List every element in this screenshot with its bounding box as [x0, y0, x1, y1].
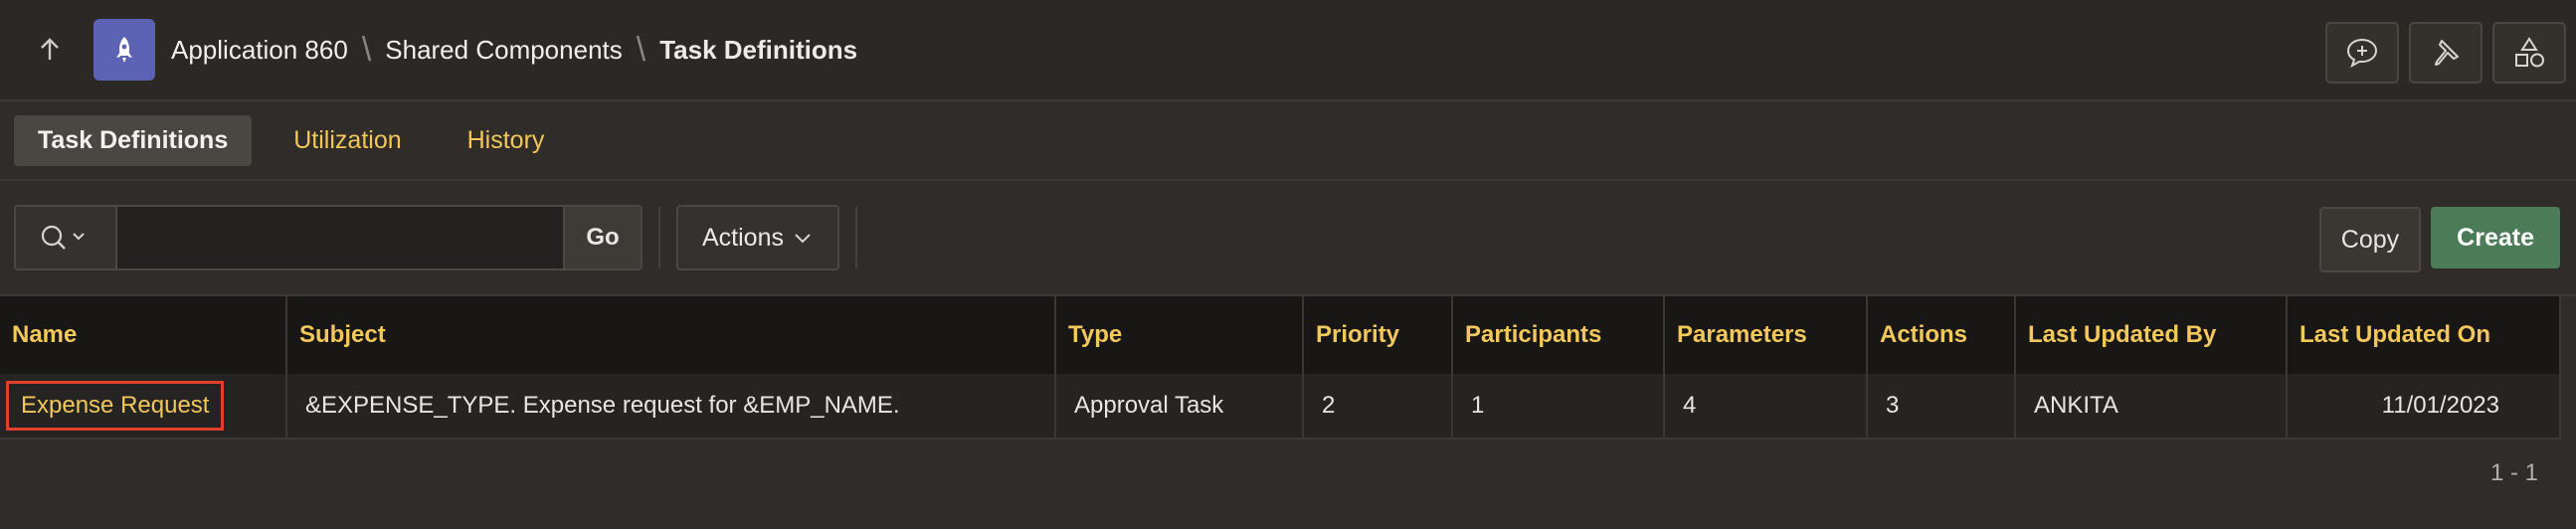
- breadcrumb-separator: \: [636, 30, 646, 69]
- search-icon: [41, 225, 85, 250]
- column-header-parameters[interactable]: Parameters: [1664, 296, 1868, 374]
- toolbar-divider: [658, 207, 660, 268]
- header-actions: [2325, 22, 2576, 84]
- create-button[interactable]: Create: [2431, 207, 2560, 268]
- table-header-row: Name Subject Type Priority Participants …: [0, 296, 2561, 374]
- go-button[interactable]: Go: [563, 207, 641, 268]
- arrow-up-icon[interactable]: [30, 30, 70, 70]
- pagination: 1 - 1: [0, 440, 2576, 507]
- breadcrumb-separator: \: [361, 30, 372, 69]
- task-name-link[interactable]: Expense Request: [6, 381, 225, 431]
- tab-task-definitions[interactable]: Task Definitions: [14, 114, 253, 166]
- shapes-icon[interactable]: [2492, 22, 2566, 84]
- task-definitions-table: Name Subject Type Priority Participants …: [0, 296, 2561, 440]
- column-header-participants[interactable]: Participants: [1452, 296, 1665, 374]
- toolbar-right-actions: Copy Create: [2318, 207, 2560, 272]
- cell-subject: &EXPENSE_TYPE. Expense request for &EMP_…: [286, 374, 1056, 440]
- copy-button[interactable]: Copy: [2318, 207, 2422, 272]
- column-header-type[interactable]: Type: [1055, 296, 1304, 374]
- rocket-icon[interactable]: [93, 19, 155, 81]
- search-column-menu[interactable]: [16, 207, 117, 268]
- top-bar: Application 860 \ Shared Components \ Ta…: [0, 0, 2576, 101]
- column-header-priority[interactable]: Priority: [1303, 296, 1453, 374]
- actions-label: Actions: [702, 223, 784, 252]
- cell-parameters: 4: [1664, 374, 1868, 440]
- column-header-actions[interactable]: Actions: [1867, 296, 2016, 374]
- pagination-range: 1 - 1: [2489, 459, 2538, 486]
- column-header-last-updated-by[interactable]: Last Updated By: [2015, 296, 2288, 374]
- breadcrumb: Application 860 \ Shared Components \ Ta…: [171, 31, 857, 70]
- breadcrumb-task-definitions: Task Definitions: [659, 34, 858, 65]
- cell-last-updated-by: ANKITA: [2015, 374, 2288, 440]
- tab-utilization[interactable]: Utilization: [270, 115, 425, 166]
- cell-name: Expense Request: [0, 374, 287, 440]
- cell-type: Approval Task: [1055, 374, 1304, 440]
- pin-icon[interactable]: [2409, 22, 2483, 84]
- table-row: Expense Request &EXPENSE_TYPE. Expense r…: [0, 374, 2561, 440]
- column-header-last-updated-on[interactable]: Last Updated On: [2287, 296, 2561, 374]
- breadcrumb-shared-components[interactable]: Shared Components: [385, 35, 622, 66]
- cell-last-updated-on: 11/01/2023: [2287, 374, 2561, 440]
- actions-menu-button[interactable]: Actions: [676, 205, 839, 270]
- tab-bar: Task Definitions Utilization History: [0, 101, 2576, 181]
- breadcrumb-application[interactable]: Application 860: [171, 35, 348, 66]
- toolbar-divider: [854, 207, 857, 268]
- column-header-subject[interactable]: Subject: [286, 296, 1056, 374]
- tab-history[interactable]: History: [444, 115, 569, 166]
- search-input[interactable]: [117, 207, 563, 268]
- chevron-down-icon: [795, 234, 811, 244]
- comment-add-icon[interactable]: [2325, 22, 2399, 84]
- search-bar: Go: [14, 205, 643, 270]
- column-header-name[interactable]: Name: [0, 296, 287, 374]
- cell-participants: 1: [1452, 374, 1665, 440]
- report-toolbar: Go Actions Copy Create: [0, 181, 2576, 296]
- cell-priority: 2: [1303, 374, 1453, 440]
- cell-actions: 3: [1867, 374, 2016, 440]
